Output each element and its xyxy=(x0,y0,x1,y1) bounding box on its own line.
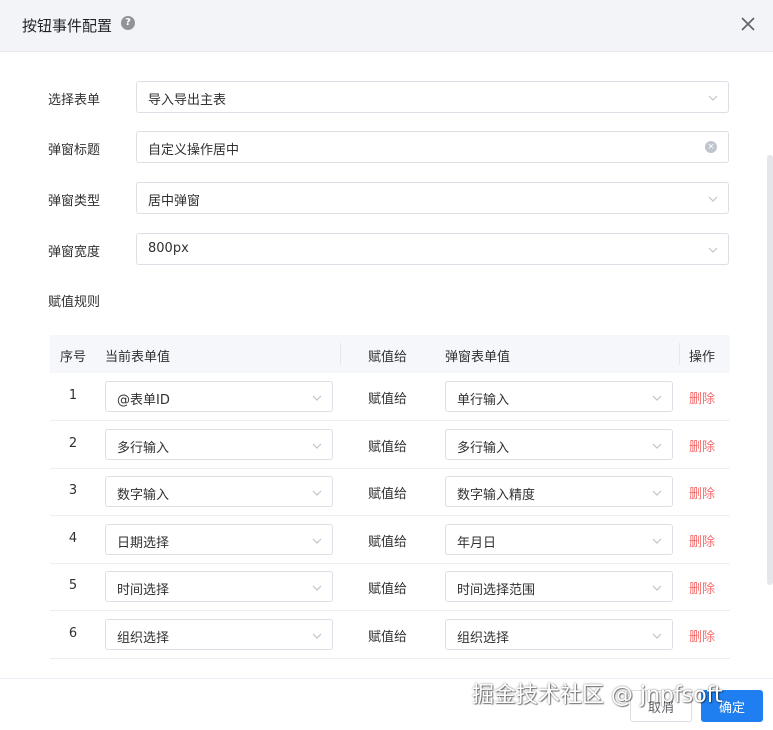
chevron-down-icon xyxy=(652,633,662,639)
row-index: 6 xyxy=(68,626,78,641)
header-index: 序号 xyxy=(60,350,87,365)
chevron-down-icon xyxy=(652,395,662,401)
popup-type-value: 居中弹窗 xyxy=(148,194,201,209)
close-icon[interactable] xyxy=(740,16,756,32)
chevron-down-icon xyxy=(652,538,662,544)
delete-row-link[interactable]: 删除 xyxy=(689,483,715,502)
ok-button[interactable]: 确定 xyxy=(701,690,763,722)
chevron-down-icon xyxy=(652,490,662,497)
popup-width-label: 弹窗宽度 xyxy=(48,245,101,260)
assign-to-text: 赋值给 xyxy=(368,630,408,645)
footer-divider xyxy=(0,678,773,679)
header-assign-to: 赋值给 xyxy=(368,350,408,365)
current-form-value: 数字输入 xyxy=(117,488,170,504)
chevron-down-icon xyxy=(652,585,662,592)
chevron-down-icon xyxy=(708,247,718,253)
chevron-down-icon xyxy=(312,585,322,592)
popup-form-value-select[interactable]: 数字输入精度 xyxy=(445,476,673,508)
popup-form-value: 组织选择 xyxy=(457,631,510,646)
dialog-scrollbar[interactable] xyxy=(767,155,773,585)
current-form-value-select[interactable]: 日期选择 xyxy=(105,523,333,555)
select-form-label: 选择表单 xyxy=(48,93,101,108)
table-row: 4 日期选择 赋值给 年月日 删除 xyxy=(50,516,730,564)
popup-form-value-select[interactable]: 组织选择 xyxy=(445,619,673,650)
chevron-down-icon xyxy=(708,196,718,202)
current-form-value: 日期选择 xyxy=(117,535,170,551)
delete-row-link[interactable]: 删除 xyxy=(689,388,715,407)
current-form-value-select[interactable]: 数字输入 xyxy=(105,476,333,508)
clear-icon[interactable]: × xyxy=(705,141,717,153)
popup-form-value: 年月日 xyxy=(457,535,497,551)
table-row: 5 时间选择 赋值给 时间选择范围 删除 xyxy=(50,563,730,612)
current-form-value-select[interactable]: 时间选择 xyxy=(105,571,333,603)
table-row: 6 组织选择 赋值给 组织选择 删除 xyxy=(50,611,730,659)
form-row-select-form: 选择表单 导入导出主表 xyxy=(0,81,773,113)
row-index: 2 xyxy=(68,435,78,451)
chevron-down-icon xyxy=(312,443,322,449)
chevron-down-icon xyxy=(312,633,322,639)
table-header: 序号 当前表单值 赋值给 弹窗表单值 操作 xyxy=(50,335,730,373)
delete-row-link[interactable]: 删除 xyxy=(689,436,715,455)
header-divider xyxy=(679,343,680,365)
popup-form-value-select[interactable]: 年月日 xyxy=(445,523,673,555)
chevron-down-icon xyxy=(312,490,322,497)
table-row: 3 数字输入 赋值给 数字输入精度 删除 xyxy=(50,468,730,517)
assign-to-text: 赋值给 xyxy=(368,392,408,407)
row-index: 3 xyxy=(68,483,78,499)
popup-type-select[interactable]: 居中弹窗 xyxy=(136,182,729,214)
form-row-popup-type: 弹窗类型 居中弹窗 xyxy=(0,182,773,214)
chevron-down-icon xyxy=(312,395,322,401)
popup-form-value-select[interactable]: 单行输入 xyxy=(445,381,673,412)
header-popup-form-value: 弹窗表单值 xyxy=(445,350,511,365)
assignment-rules-label: 赋值规则 xyxy=(48,295,101,310)
table-row: 1 @表单ID 赋值给 单行输入 删除 xyxy=(50,373,730,421)
delete-row-link[interactable]: 删除 xyxy=(689,578,715,597)
chevron-down-icon xyxy=(312,538,322,544)
popup-form-value-select[interactable]: 时间选择范围 xyxy=(445,571,673,603)
dialog-title: 按钮事件配置 xyxy=(22,17,113,35)
current-form-value: @表单ID xyxy=(117,393,170,408)
form-row-popup-width: 弹窗宽度 800px xyxy=(0,233,773,265)
delete-row-link[interactable]: 删除 xyxy=(689,626,715,645)
popup-title-label: 弹窗标题 xyxy=(48,143,101,158)
popup-form-value: 时间选择范围 xyxy=(457,583,536,599)
current-form-value-select[interactable]: 组织选择 xyxy=(105,619,333,650)
popup-type-label: 弹窗类型 xyxy=(48,194,101,209)
popup-title-value: 自定义操作居中 xyxy=(148,143,240,158)
popup-form-value-select[interactable]: 多行输入 xyxy=(445,428,673,460)
popup-title-input[interactable]: 自定义操作居中 × xyxy=(136,131,729,163)
header-divider xyxy=(340,343,341,365)
button-event-config-dialog: 按钮事件配置 ? 选择表单 导入导出主表 弹窗标题 自定义操作居中 × 弹窗类型… xyxy=(0,0,773,730)
current-form-value: 多行输入 xyxy=(117,440,170,456)
current-form-value-select[interactable]: @表单ID xyxy=(105,381,333,412)
assign-to-text: 赋值给 xyxy=(368,582,408,598)
assign-to-text: 赋值给 xyxy=(368,439,408,455)
popup-form-value: 数字输入精度 xyxy=(457,488,536,504)
row-index: 5 xyxy=(68,578,78,594)
header-action: 操作 xyxy=(689,350,716,365)
select-form-value: 导入导出主表 xyxy=(148,93,227,108)
dialog-header: 按钮事件配置 ? xyxy=(0,0,773,52)
popup-form-value: 单行输入 xyxy=(457,393,510,408)
current-form-value: 组织选择 xyxy=(117,631,170,646)
current-form-value: 时间选择 xyxy=(117,583,170,599)
row-index: 4 xyxy=(68,530,78,546)
popup-width-value: 800px xyxy=(148,241,189,256)
assign-to-text: 赋值给 xyxy=(368,487,408,503)
row-index: 1 xyxy=(68,388,78,403)
table-row: 2 多行输入 赋值给 多行输入 删除 xyxy=(50,421,730,469)
popup-form-value: 多行输入 xyxy=(457,440,510,456)
delete-row-link[interactable]: 删除 xyxy=(689,531,715,550)
assign-to-text: 赋值给 xyxy=(368,534,408,550)
header-current-form-value: 当前表单值 xyxy=(105,350,171,365)
chevron-down-icon xyxy=(652,443,662,449)
select-form-select[interactable]: 导入导出主表 xyxy=(136,81,729,113)
form-row-popup-title: 弹窗标题 自定义操作居中 × xyxy=(0,131,773,163)
cancel-button[interactable]: 取消 xyxy=(630,690,692,722)
question-circle-icon[interactable]: ? xyxy=(121,16,135,30)
current-form-value-select[interactable]: 多行输入 xyxy=(105,428,333,460)
chevron-down-icon xyxy=(708,95,718,101)
popup-width-select[interactable]: 800px xyxy=(136,233,729,265)
